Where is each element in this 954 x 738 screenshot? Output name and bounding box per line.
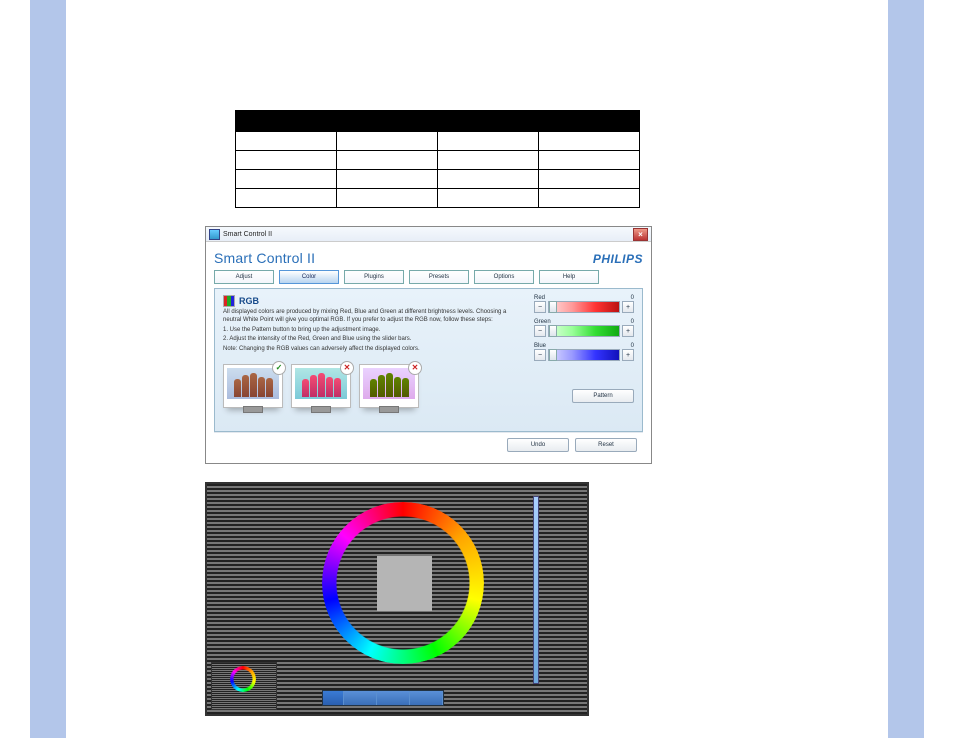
preview-wrong-1[interactable]: ✕ <box>291 364 351 408</box>
vertical-bar <box>533 496 539 684</box>
blue-decrement[interactable]: − <box>534 349 546 361</box>
tab-options[interactable]: Options <box>474 270 534 284</box>
gray-square <box>377 556 432 611</box>
tab-color[interactable]: Color <box>279 270 339 284</box>
x-icon: ✕ <box>340 361 354 375</box>
page: Smart Control II × Smart Control II PHIL… <box>0 0 954 738</box>
titlebar-text: Smart Control II <box>223 231 272 238</box>
titlebar[interactable]: Smart Control II × <box>206 227 651 242</box>
reset-button[interactable]: Reset <box>575 438 637 452</box>
pattern-button[interactable]: Pattern <box>572 389 634 403</box>
green-track[interactable] <box>548 325 620 337</box>
page-margin-right <box>888 0 924 738</box>
rgb-panel: RGB All displayed colors are produced by… <box>214 288 643 432</box>
red-track[interactable] <box>548 301 620 313</box>
preview-correct[interactable]: ✓ <box>223 364 283 408</box>
slider-red: Red 0 − + <box>534 295 634 313</box>
app-title: Smart Control II <box>214 250 643 266</box>
red-increment[interactable]: + <box>622 301 634 313</box>
page-margin-left <box>30 0 66 738</box>
x-icon: ✕ <box>408 361 422 375</box>
green-increment[interactable]: + <box>622 325 634 337</box>
smartcontrol-window: Smart Control II × Smart Control II PHIL… <box>205 226 652 464</box>
calibration-pattern <box>205 482 589 716</box>
red-decrement[interactable]: − <box>534 301 546 313</box>
brand-logo: PHILIPS <box>593 252 643 266</box>
tab-adjust[interactable]: Adjust <box>214 270 274 284</box>
content-area: Smart Control II × Smart Control II PHIL… <box>205 110 650 716</box>
taskbar[interactable] <box>322 690 444 706</box>
empty-table <box>235 110 640 208</box>
rgb-step1: 1. Use the Pattern button to bring up th… <box>223 327 526 335</box>
preview-wrong-2[interactable]: ✕ <box>359 364 419 408</box>
rgb-description: All displayed colors are produced by mix… <box>223 309 526 325</box>
rgb-note: Note: Changing the RGB values can advers… <box>223 346 526 354</box>
blue-track[interactable] <box>548 349 620 361</box>
blue-increment[interactable]: + <box>622 349 634 361</box>
green-handle[interactable] <box>549 325 557 337</box>
slider-green: Green 0 − + <box>534 319 634 337</box>
mini-preview <box>211 662 277 710</box>
tab-help[interactable]: Help <box>539 270 599 284</box>
app-icon <box>209 229 220 240</box>
undo-button[interactable]: Undo <box>507 438 569 452</box>
tab-plugins[interactable]: Plugins <box>344 270 404 284</box>
red-handle[interactable] <box>549 301 557 313</box>
tab-bar: Adjust Color Plugins Presets Options Hel… <box>214 270 643 284</box>
green-decrement[interactable]: − <box>534 325 546 337</box>
rgb-title: RGB <box>239 296 259 306</box>
rgb-icon <box>223 295 235 307</box>
tab-presets[interactable]: Presets <box>409 270 469 284</box>
check-icon: ✓ <box>272 361 286 375</box>
rgb-step2: 2. Adjust the intensity of the Red, Gree… <box>223 336 526 344</box>
slider-blue: Blue 0 − + <box>534 343 634 361</box>
blue-handle[interactable] <box>549 349 557 361</box>
close-button[interactable]: × <box>633 228 648 241</box>
